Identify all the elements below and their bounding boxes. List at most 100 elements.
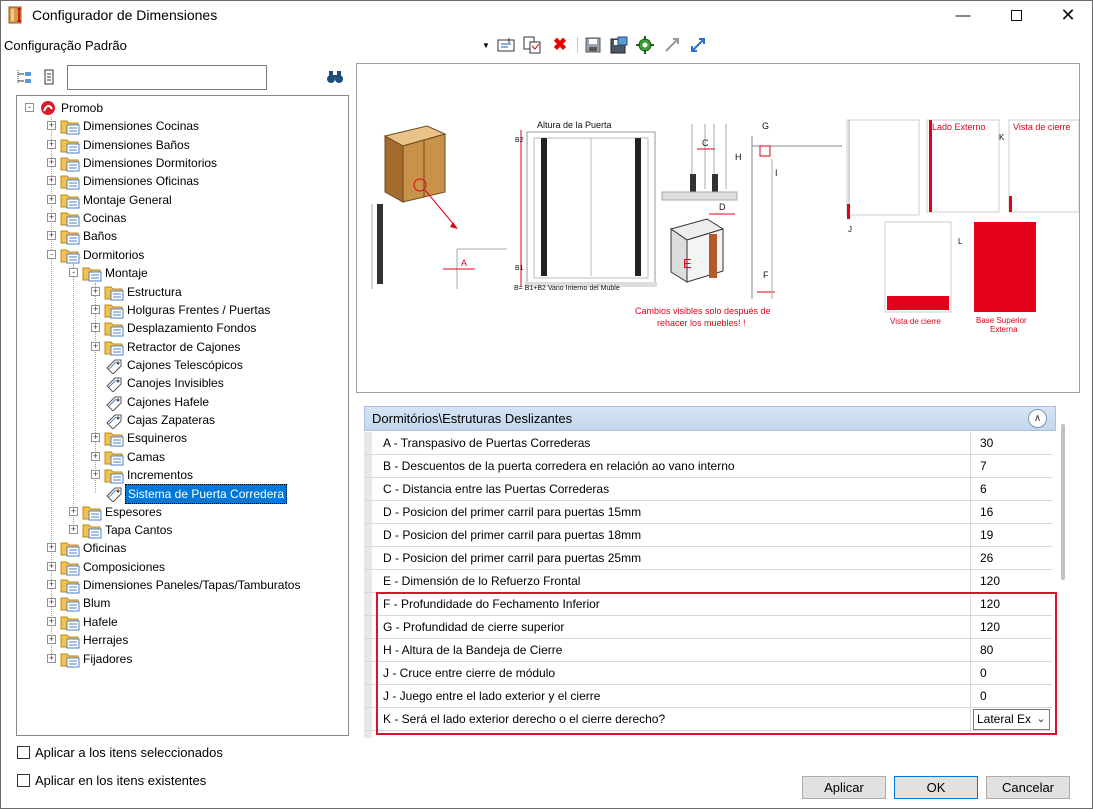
close-window-button[interactable]: ✕ <box>1045 0 1091 30</box>
tree-node-label[interactable]: Holguras Frentes / Puertas <box>125 301 272 319</box>
expand-node-icon[interactable]: + <box>47 561 56 571</box>
tree-node-label[interactable]: Dimensiones Dormitorios <box>81 154 219 172</box>
tree-node[interactable]: Cajas Zapateras <box>17 411 347 430</box>
property-value-input[interactable]: 16 <box>972 501 1052 523</box>
import-button[interactable] <box>662 35 682 55</box>
save-as-button[interactable] <box>609 35 629 55</box>
tree-node[interactable]: + Blum <box>17 594 347 612</box>
tree-node[interactable]: + Dimensiones Dormitorios <box>17 154 347 172</box>
tree-node-label[interactable]: Cocinas <box>81 209 128 227</box>
expand-node-icon[interactable]: + <box>47 213 56 223</box>
tree-node[interactable]: + Dimensiones Paneles/Tapas/Tamburatos <box>17 576 347 594</box>
tree-node-label[interactable]: Desplazamiento Fondos <box>125 319 258 337</box>
tree-node-label[interactable]: Tapa Cantos <box>103 521 174 539</box>
tree-node-label[interactable]: Blum <box>81 594 112 612</box>
expand-node-icon[interactable]: + <box>47 580 56 590</box>
collapse-group-button[interactable]: ∧ <box>1028 409 1047 428</box>
tree-node-label[interactable]: Oficinas <box>81 539 128 557</box>
tree-node[interactable]: Cajones Telescópicos <box>17 356 347 375</box>
expand-node-icon[interactable]: + <box>47 543 56 553</box>
tree-node-label[interactable]: Sistema de Puerta Corredera <box>125 484 288 505</box>
tree-node-label[interactable]: Hafele <box>81 613 120 631</box>
tree-node[interactable]: + Herrajes <box>17 631 347 649</box>
tree-node[interactable]: + Hafele <box>17 613 347 631</box>
tree-node-label[interactable]: Baños <box>81 227 119 245</box>
tree-node-label[interactable]: Fijadores <box>81 650 134 668</box>
tree-node-label[interactable]: Esquineros <box>125 429 189 447</box>
tree-collapse-button[interactable] <box>40 67 60 87</box>
expand-node-icon[interactable]: + <box>91 286 100 296</box>
tree-node-label[interactable]: Herrajes <box>81 631 130 649</box>
ok-button[interactable]: OK <box>894 776 978 799</box>
property-row[interactable]: D - Posicion del primer carril para puer… <box>364 524 1052 547</box>
expand-node-icon[interactable]: + <box>69 525 78 535</box>
tree-node-label[interactable]: Retractor de Cajones <box>125 338 242 356</box>
tree-node[interactable]: + Holguras Frentes / Puertas <box>17 301 347 319</box>
chevron-down-icon[interactable]: ⌄ <box>1034 711 1048 728</box>
apply-selected-checkbox[interactable] <box>17 746 30 759</box>
tree-node[interactable]: Cajones Hafele <box>17 393 347 412</box>
tree-node[interactable]: + Espesores <box>17 503 347 521</box>
property-value-input[interactable]: 30 <box>972 432 1052 454</box>
property-row[interactable]: D - Posicion del primer carril para puer… <box>364 547 1052 570</box>
tree-expand-button[interactable] <box>14 67 34 87</box>
expand-node-icon[interactable]: + <box>47 121 56 131</box>
tree-node-label[interactable]: Montaje General <box>81 191 174 209</box>
tree-node[interactable]: + Incrementos <box>17 466 347 484</box>
tree-node-label[interactable]: Cajones Hafele <box>125 393 211 411</box>
expand-node-icon[interactable]: + <box>47 598 56 608</box>
tree-node[interactable]: + Oficinas <box>17 539 347 557</box>
tree-node[interactable]: Sistema de Puerta Corredera <box>17 484 347 505</box>
property-row[interactable]: E - Dimensión de lo Refuerzo Frontal 120 <box>364 570 1052 593</box>
tree-node[interactable]: + Fijadores <box>17 650 347 668</box>
expand-node-icon[interactable]: + <box>47 194 56 204</box>
expand-node-icon[interactable]: + <box>47 635 56 645</box>
apply-button[interactable]: Aplicar <box>802 776 886 799</box>
property-value-input[interactable]: 26 <box>972 547 1052 569</box>
scrollbar-thumb[interactable] <box>1061 424 1065 580</box>
tree-search-input[interactable] <box>67 65 267 90</box>
expand-node-icon[interactable]: + <box>91 470 100 479</box>
tree-node[interactable]: + Baños <box>17 227 347 245</box>
tree-node-label[interactable]: Cajas Zapateras <box>125 411 217 429</box>
tree-node-label[interactable]: Composiciones <box>81 558 167 576</box>
expand-node-icon[interactable]: + <box>91 341 100 351</box>
edit-config-button[interactable] <box>496 35 516 55</box>
tree-node-label[interactable]: Dimensiones Baños <box>81 136 192 154</box>
collapse-node-icon[interactable]: - <box>25 103 34 112</box>
expand-node-icon[interactable]: + <box>91 433 100 443</box>
tree-node[interactable]: + Estructura <box>17 283 347 301</box>
apply-existing-checkbox[interactable] <box>17 774 30 787</box>
tree-node[interactable]: + Cocinas <box>17 209 347 227</box>
tree-node[interactable]: - Montaje <box>17 264 347 282</box>
property-row[interactable]: B - Descuentos de la puerta corredera en… <box>364 455 1052 478</box>
expand-node-icon[interactable]: + <box>47 616 56 626</box>
settings-button[interactable] <box>635 35 655 55</box>
property-value-input[interactable]: 6 <box>972 478 1052 500</box>
tree-node[interactable]: + Dimensiones Baños <box>17 136 347 154</box>
expand-node-icon[interactable]: + <box>91 304 100 314</box>
copy-config-button[interactable] <box>522 35 542 55</box>
tree-node-label[interactable]: Camas <box>125 448 167 466</box>
category-tree[interactable]: - Promob + Dimensiones Cocinas + Dimensiones … <box>16 95 349 736</box>
tree-node-label[interactable]: Estructura <box>125 283 184 301</box>
tree-node[interactable]: + Dimensiones Cocinas <box>17 117 347 135</box>
tree-node-label[interactable]: Montaje <box>103 264 150 282</box>
expand-node-icon[interactable]: + <box>47 653 56 663</box>
tree-node-label[interactable]: Dimensiones Paneles/Tapas/Tamburatos <box>81 576 302 594</box>
expand-node-icon[interactable]: + <box>47 231 56 241</box>
expand-node-icon[interactable]: + <box>47 139 56 149</box>
expand-node-icon[interactable]: + <box>47 176 56 186</box>
cancel-button[interactable]: Cancelar <box>986 776 1070 799</box>
tree-node[interactable]: + Retractor de Cajones <box>17 338 347 356</box>
tree-node-label[interactable]: Dormitorios <box>81 246 146 264</box>
tree-node[interactable]: + Montaje General <box>17 191 347 209</box>
expand-node-icon[interactable]: + <box>91 323 100 333</box>
expand-node-icon[interactable]: + <box>47 158 56 168</box>
tree-node-label[interactable]: Incrementos <box>125 466 195 484</box>
collapse-node-icon[interactable]: - <box>69 268 78 278</box>
property-value-input[interactable]: 7 <box>972 455 1052 477</box>
tree-node[interactable]: + Dimensiones Oficinas <box>17 172 347 190</box>
export-button[interactable] <box>688 35 708 55</box>
tree-node[interactable]: + Esquineros <box>17 429 347 447</box>
